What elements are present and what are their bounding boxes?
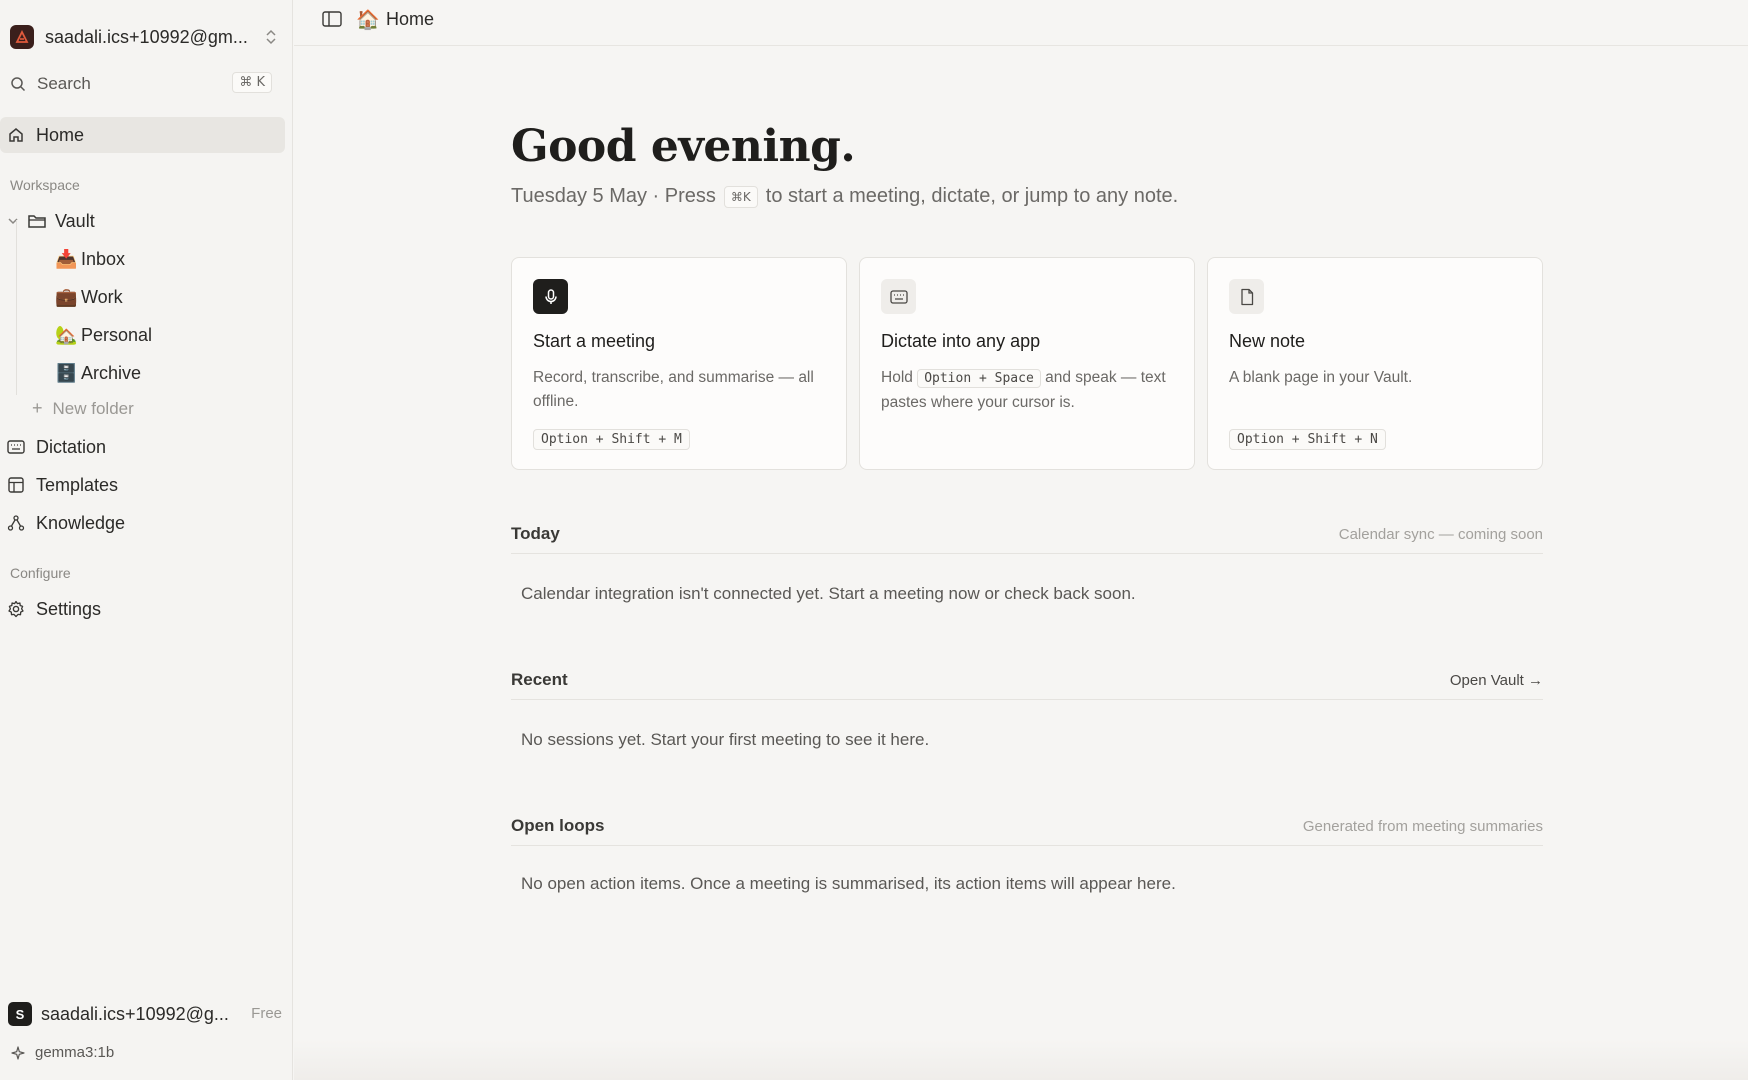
folder-label: Inbox (81, 248, 126, 269)
today-empty-message: Calendar integration isn't connected yet… (521, 584, 1136, 603)
sidebar-item-label: Home (36, 124, 85, 145)
house-garden-icon: 🏡 (55, 324, 78, 346)
recent-empty-message: No sessions yet. Start your first meetin… (521, 730, 930, 749)
sidebar-item-templates[interactable]: Templates (0, 467, 285, 503)
templates-icon (8, 477, 24, 493)
plan-badge: Free (251, 1005, 282, 1022)
card-icon (1229, 279, 1264, 314)
command-k-shortcut: ⌘K (723, 185, 758, 208)
sparkle-icon (11, 1045, 25, 1060)
dictate-card[interactable]: Dictate into any app Hold Option + Space… (859, 257, 1195, 470)
gear-icon (8, 600, 24, 618)
graph-nodes-icon (7, 515, 25, 531)
logo-mark-icon (15, 30, 29, 43)
workspace-section-label: Workspace (10, 177, 80, 193)
sidebar-item-label: Templates (36, 474, 119, 495)
user-email: saadali.ics+10992@g... (41, 1003, 229, 1024)
sidebar-item-label: Knowledge (36, 512, 126, 533)
card-description: Record, transcribe, and summarise — all … (533, 369, 814, 410)
page-subtitle: Tuesday 5 May · Press ⌘K to start a meet… (511, 185, 1178, 208)
folder-item-archive[interactable]: 🗄️ Archive (55, 358, 141, 388)
open-loops-section-header: Open loops Generated from meeting summar… (511, 816, 1543, 846)
new-folder-label: New folder (52, 398, 134, 418)
folder-label: Work (81, 286, 123, 307)
folder-item-inbox[interactable]: 📥 Inbox (55, 244, 125, 274)
section-note: Generated from meeting summaries (1302, 818, 1543, 835)
subtitle-date: Tuesday 5 May · Press (511, 185, 716, 207)
new-folder-button[interactable]: + New folder (32, 398, 134, 419)
search-label: Search (37, 74, 91, 93)
chevron-up-down-icon (266, 29, 276, 45)
sidebar-item-knowledge[interactable]: Knowledge (0, 505, 285, 541)
dictation-shortcut: Option + Space (917, 369, 1041, 388)
today-section-header: Today Calendar sync — coming soon (511, 524, 1543, 554)
tree-guide-line (16, 220, 17, 395)
account-switcher[interactable]: saadali.ics+10992@gm... (10, 23, 278, 51)
home-icon (9, 128, 23, 142)
page-title: Good evening. (511, 121, 856, 172)
open-loops-empty-message: No open action items. Once a meeting is … (521, 874, 1176, 893)
card-title: Dictate into any app (881, 331, 1041, 351)
inbox-tray-icon: 📥 (55, 248, 78, 270)
recent-section-header: Recent Open Vault → (511, 670, 1543, 700)
folder-label: Personal (81, 324, 153, 345)
search-shortcut: ⌘ K (232, 72, 272, 93)
sidebar: saadali.ics+10992@gm... Search ⌘ K Home … (0, 0, 293, 1080)
sidebar-item-home[interactable]: Home (0, 117, 285, 153)
account-name: saadali.ics+10992@gm... (45, 26, 248, 47)
top-bar: 🏠 Home (294, 0, 1748, 46)
document-icon (1240, 288, 1253, 305)
model-name: gemma3:1b (35, 1044, 115, 1061)
subtitle-rest: to start a meeting, dictate, or jump to … (765, 185, 1179, 207)
card-title: New note (1229, 331, 1306, 351)
card-description: A blank page in your Vault. (1229, 369, 1413, 386)
workspace-logo (10, 25, 34, 49)
open-vault-link[interactable]: Open Vault → (1450, 672, 1543, 689)
card-icon (533, 279, 568, 314)
section-title: Today (511, 524, 560, 543)
sidebar-item-dictation[interactable]: Dictation (0, 429, 285, 465)
new-note-card[interactable]: New note A blank page in your Vault. Opt… (1207, 257, 1543, 470)
avatar: S (8, 1002, 32, 1026)
card-shortcut: Option + Shift + M (533, 429, 690, 450)
start-meeting-card[interactable]: Start a meeting Record, transcribe, and … (511, 257, 847, 470)
sidebar-item-vault[interactable]: Vault (0, 203, 285, 239)
bottom-fade (294, 1040, 1748, 1080)
card-title: Start a meeting (533, 331, 656, 351)
keyboard-icon (7, 440, 25, 454)
house-icon: 🏠 (356, 9, 380, 31)
folder-item-personal[interactable]: 🏡 Personal (55, 320, 152, 350)
card-icon (881, 279, 916, 314)
section-title: Open loops (511, 816, 605, 835)
folder-item-work[interactable]: 💼 Work (55, 282, 123, 312)
folder-icon (28, 215, 46, 228)
plus-icon: + (32, 398, 43, 418)
sidebar-item-label: Dictation (36, 436, 107, 457)
section-note: Calendar sync — coming soon (1338, 526, 1543, 543)
desc-prefix: Hold (881, 369, 913, 386)
card-shortcut: Option + Shift + N (1229, 429, 1386, 450)
microphone-icon (544, 288, 557, 304)
keyboard-icon (889, 289, 908, 304)
search-icon (11, 77, 26, 92)
folder-label: Archive (81, 362, 142, 383)
section-title: Recent (511, 670, 568, 689)
sidebar-item-label: Settings (36, 598, 102, 619)
chevron-down-icon (8, 218, 18, 225)
search-button[interactable]: Search ⌘ K (10, 70, 272, 98)
user-account-button[interactable]: S saadali.ics+10992@g... Free (8, 1000, 286, 1028)
file-cabinet-icon: 🗄️ (55, 362, 78, 384)
sidebar-item-settings[interactable]: Settings (0, 591, 285, 627)
configure-section-label: Configure (10, 565, 71, 581)
sidebar-toggle-icon[interactable] (322, 11, 342, 27)
card-description: Hold Option + Space and speak — text pas… (881, 366, 1181, 415)
sidebar-item-label: Vault (55, 210, 95, 231)
model-selector[interactable]: gemma3:1b (10, 1044, 114, 1061)
breadcrumb: Home (386, 9, 435, 29)
briefcase-icon: 💼 (55, 286, 78, 308)
